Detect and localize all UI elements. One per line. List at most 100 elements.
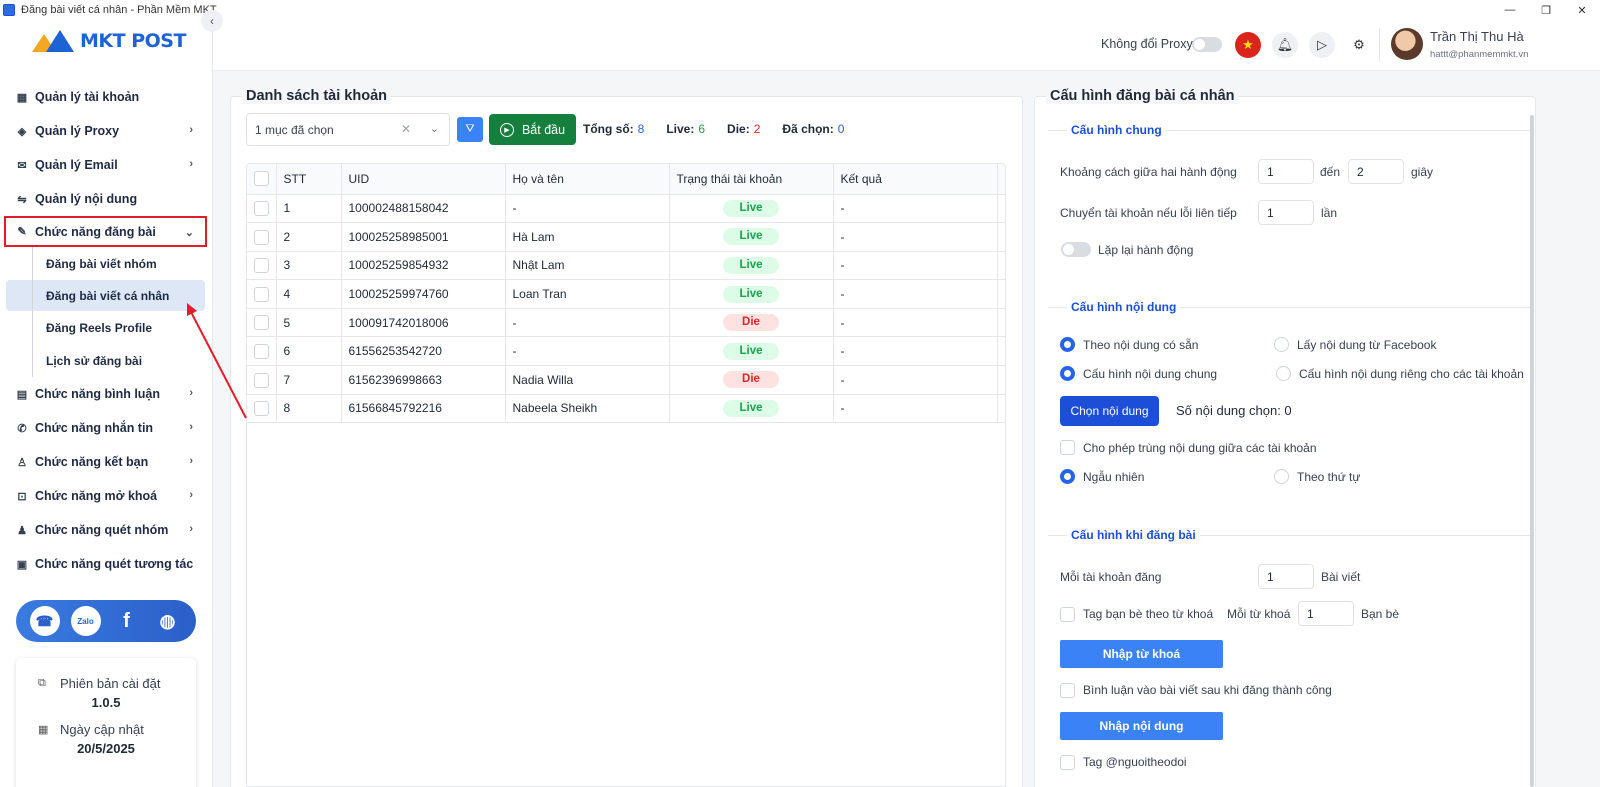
avatar[interactable] — [1391, 28, 1423, 60]
column-header[interactable]: Kết quả — [833, 164, 998, 195]
enter-content-button[interactable]: Nhập nội dung — [1060, 712, 1223, 740]
support-icon[interactable]: ☎ — [29, 606, 60, 636]
row-checkbox[interactable] — [254, 200, 269, 216]
table-row[interactable]: 1100002488158042-Live-- — [247, 194, 1005, 224]
table-row[interactable]: 661556253542720-Live-- — [247, 336, 1005, 367]
result-cell: - — [833, 194, 998, 224]
row-checkbox[interactable] — [254, 401, 269, 417]
close-button[interactable]: ✕ — [1564, 0, 1600, 20]
allow-duplicate-label: Cho phép trùng nội dung giữa các tài kho… — [1083, 441, 1317, 455]
clear-filter-button[interactable]: ⛛ — [457, 117, 483, 142]
column-header[interactable]: I — [997, 164, 1005, 195]
tag-friends-checkbox[interactable] — [1060, 607, 1075, 622]
column-header[interactable]: UID — [341, 164, 506, 195]
sidebar-item-message[interactable]: ✆ Chức năng nhắn tin › — [0, 411, 213, 445]
select-all-checkbox[interactable] — [254, 171, 269, 187]
switch-account-input[interactable]: 1 — [1258, 200, 1314, 225]
column-header[interactable]: STT — [276, 164, 342, 195]
proxy-toggle[interactable] — [1192, 37, 1222, 52]
config-scrollbar[interactable] — [1530, 115, 1534, 787]
sidebar-item-proxy[interactable]: ◈ Quản lý Proxy › — [0, 114, 213, 148]
table-row[interactable]: 2100025258985001Hà Lam Live -- — [247, 222, 1005, 252]
row-checkbox[interactable] — [254, 315, 269, 331]
sidebar-subitem-label: Đăng bài viết nhóm — [46, 256, 157, 271]
sidebar-subitem-reels[interactable]: Đăng Reels Profile — [0, 311, 213, 344]
comment-icon: ▤ — [16, 388, 28, 401]
bell-icon[interactable]: 🔔︎ — [1272, 32, 1298, 58]
sidebar-item-scan-group[interactable]: ♟ Chức năng quét nhóm › — [0, 513, 213, 547]
row-checkbox-cell — [247, 365, 277, 395]
delay-from-input[interactable]: 1 — [1258, 159, 1314, 184]
sidebar-item-content[interactable]: ⇋ Quản lý nội dung — [0, 182, 213, 216]
start-button[interactable]: ▶ Bắt đầu — [489, 114, 576, 145]
choose-content-button[interactable]: Chọn nội dung — [1060, 396, 1159, 426]
mail-icon: ✉ — [17, 159, 27, 172]
tag-follower-checkbox[interactable] — [1060, 755, 1075, 770]
radio-available-content[interactable] — [1060, 337, 1075, 352]
vietnam-flag-icon[interactable]: ★ — [1235, 32, 1261, 58]
sidebar-item-scan-interaction[interactable]: ▣ Chức năng quét tương tác — [0, 547, 213, 581]
allow-duplicate-checkbox[interactable] — [1060, 440, 1075, 455]
sidebar-item-accounts[interactable]: ▦ Quản lý tài khoản — [0, 80, 213, 114]
radio-ordered[interactable] — [1274, 469, 1289, 484]
radio-private-content[interactable] — [1276, 366, 1291, 381]
row-checkbox[interactable] — [254, 286, 269, 302]
repeat-action-toggle[interactable] — [1061, 242, 1091, 257]
status-badge: Die — [723, 371, 779, 389]
sidebar-item-label: Quản lý Email — [35, 158, 118, 172]
posting-section-title: Cấu hình khi đăng bài — [1067, 528, 1200, 542]
minimize-button[interactable]: — — [1492, 0, 1528, 20]
play-icon[interactable]: ▷ — [1309, 32, 1335, 58]
gear-icon[interactable]: ⚙ — [1346, 32, 1372, 58]
sidebar-item-unlock[interactable]: ⊡ Chức năng mở khoá › — [0, 479, 213, 513]
logo[interactable]: MKT POST — [32, 30, 186, 52]
row-checkbox[interactable] — [254, 343, 269, 359]
sidebar-item-posting[interactable]: ✎ Chức năng đăng bài ⌄ — [4, 216, 207, 247]
install-version-value: 1.0.5 — [91, 695, 121, 710]
table-row[interactable]: 4100025259974760Loan Tran Live -- — [247, 279, 1005, 309]
column-header[interactable]: Họ và tên — [505, 164, 670, 195]
status-cell: Live — [669, 222, 834, 252]
stt-cell: 6 — [276, 336, 342, 367]
per-keyword-input[interactable]: 1 — [1298, 601, 1354, 626]
sidebar-subitem-group-post[interactable]: Đăng bài viết nhóm — [0, 247, 213, 280]
row-checkbox-cell — [247, 194, 277, 224]
sidebar-item-comment[interactable]: ▤ Chức năng bình luận › — [0, 377, 213, 411]
extra-cell: - — [997, 308, 1005, 338]
name-cell: - — [505, 308, 670, 338]
posts-label: Bài viết — [1321, 570, 1361, 584]
total-value: 8 — [637, 122, 645, 136]
table-row[interactable]: 861566845792216Nabeela Sheikh Live -- — [247, 394, 1005, 424]
stt-cell: 8 — [276, 394, 342, 424]
table-row[interactable]: 5100091742018006-Die-- — [247, 308, 1005, 338]
row-checkbox[interactable] — [254, 229, 269, 245]
update-date-value: 20/5/2025 — [77, 741, 135, 756]
enter-keywords-button[interactable]: Nhập từ khoá — [1060, 640, 1223, 668]
row-checkbox[interactable] — [254, 372, 269, 388]
delay-to-input[interactable]: 2 — [1348, 159, 1404, 184]
table-row[interactable]: 3100025259854932Nhật Lam Live -- — [247, 251, 1005, 281]
sidebar-item-email[interactable]: ✉ Quản lý Email › — [0, 148, 213, 182]
radio-common-content[interactable] — [1060, 366, 1075, 381]
table-row[interactable]: 761562396998663Nadia Willa Die -- — [247, 365, 1005, 395]
facebook-icon[interactable]: f — [112, 606, 142, 636]
zalo-icon[interactable]: Zalo — [70, 606, 101, 636]
sidebar-subitem-history[interactable]: Lịch sử đăng bài — [0, 344, 213, 377]
sidebar-item-friend[interactable]: ♙ Chức năng kết bạn › — [0, 445, 213, 479]
filter-off-icon: ⛛ — [465, 123, 475, 135]
column-header[interactable]: Trạng thái tài khoản — [669, 164, 834, 195]
sidebar-subitem-personal-post[interactable]: Đăng bài viết cá nhân — [6, 280, 205, 311]
radio-random[interactable] — [1060, 469, 1075, 484]
account-select[interactable]: 1 mục đã chọn ✕ ⌄ — [246, 113, 450, 146]
comment-after-post-checkbox[interactable] — [1060, 683, 1075, 698]
clear-icon[interactable]: ✕ — [401, 122, 411, 136]
row-checkbox[interactable] — [254, 258, 269, 274]
radio-facebook-content[interactable] — [1274, 337, 1289, 352]
maximize-button[interactable]: ❐ — [1528, 0, 1564, 20]
chevron-right-icon: › — [189, 158, 193, 170]
collapse-sidebar-button[interactable]: ‹ — [201, 10, 223, 32]
globe-icon[interactable]: ◍ — [153, 606, 183, 636]
per-account-input[interactable]: 1 — [1258, 564, 1314, 589]
to-label: đến — [1320, 165, 1341, 179]
chevron-down-icon[interactable]: ⌄ — [430, 122, 439, 135]
